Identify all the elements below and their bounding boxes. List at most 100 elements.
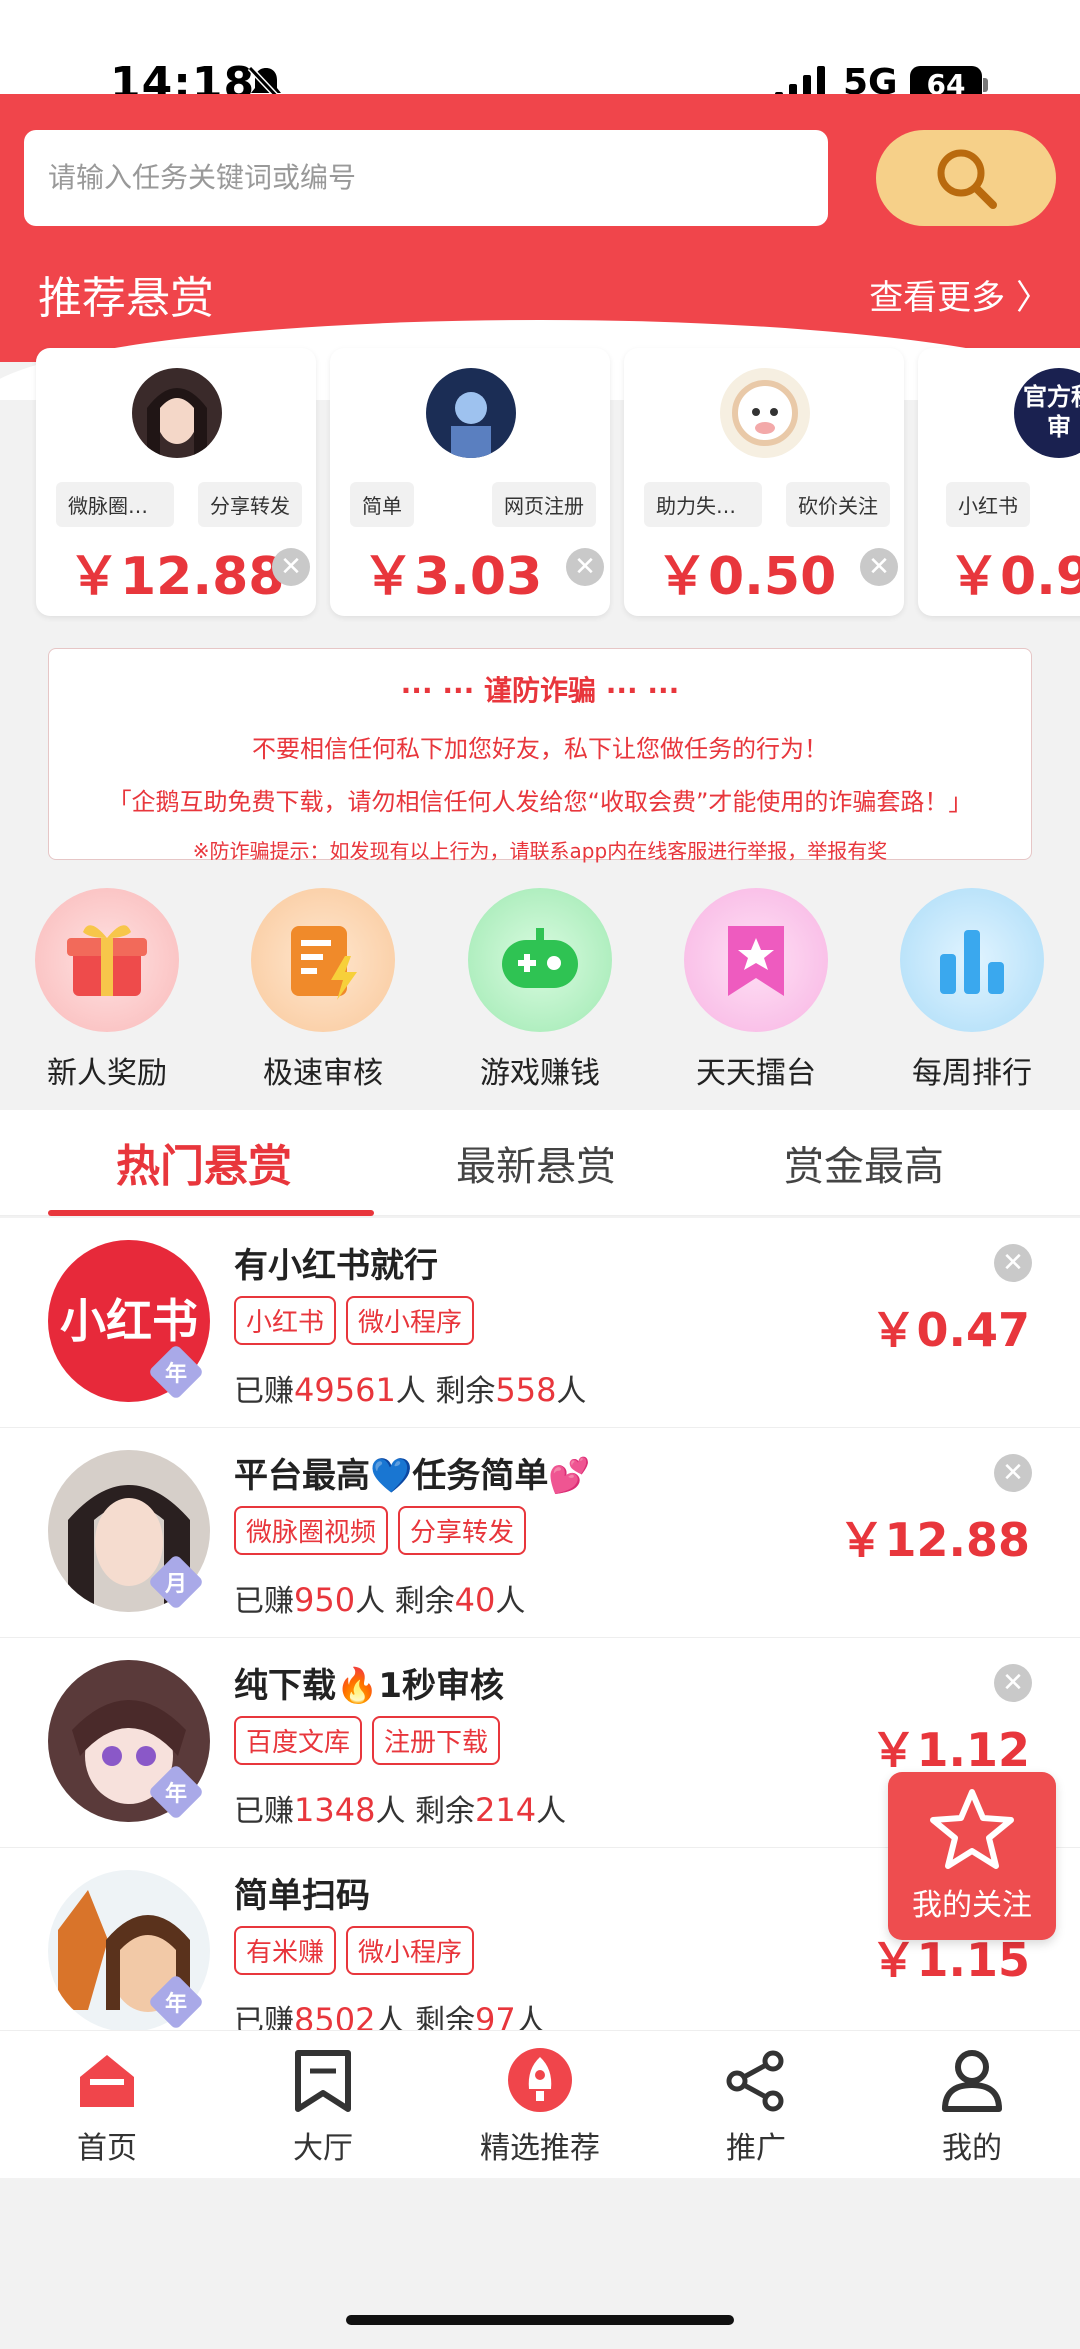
nav-label: 大厅 xyxy=(293,2131,353,2166)
anti-fraud-notice: ··· ··· 谨防诈骗 ··· ··· 不要相信任何私下加您好友，私下让您做任… xyxy=(48,648,1032,863)
category-game-earn[interactable]: 游戏赚钱 xyxy=(465,888,615,1092)
tab-highest-rewards[interactable]: 赏金最高 xyxy=(784,1134,944,1192)
reward-price: ￥0.9 xyxy=(948,547,1080,607)
nav-label: 首页 xyxy=(77,2131,137,2166)
category-label: 每周排行 xyxy=(912,1056,1032,1091)
reward-price: ￥3.03 xyxy=(362,547,543,607)
category-label: 极速审核 xyxy=(263,1056,383,1091)
nav-item-home[interactable]: 首页 xyxy=(32,2045,182,2167)
task-tag: 微脉圈视频 xyxy=(234,1506,389,1555)
active-tab-indicator xyxy=(48,1210,374,1216)
home-icon xyxy=(80,2055,134,2107)
membership-badge: 月 xyxy=(150,1556,202,1608)
task-tag: 微脉圈视频 xyxy=(56,482,174,527)
bottom-nav: 首页 大厅 精选推荐 推广 我的 xyxy=(0,2030,1080,2178)
my-follow-button[interactable]: 我的关注 xyxy=(888,1772,1056,1940)
membership-badge: 年 xyxy=(150,1346,202,1398)
list-item[interactable]: 小红书 年 有小红书就行 小红书 微小程序 已赚49561人 剩余558人 ￥0… xyxy=(0,1218,1080,1428)
task-tag: 小红书 xyxy=(234,1296,337,1345)
category-daily-arena[interactable]: 天天擂台 xyxy=(681,888,831,1092)
task-tabs: 热门悬赏 最新悬赏 赏金最高 xyxy=(0,1110,1080,1216)
close-icon[interactable]: ✕ xyxy=(994,1454,1032,1492)
avatar: 官方秒审 xyxy=(1014,368,1080,458)
search-icon xyxy=(937,149,997,209)
task-price: ￥0.47 xyxy=(870,1303,1031,1357)
reward-price: ￥12.88 xyxy=(68,547,285,607)
task-title: 简单扫码 xyxy=(234,1876,370,1916)
home-indicator xyxy=(346,2315,734,2325)
task-price: ￥1.12 xyxy=(870,1723,1031,1777)
category-label: 新人奖励 xyxy=(47,1056,167,1091)
close-icon[interactable]: ✕ xyxy=(994,1664,1032,1702)
task-tag: 百度文库 xyxy=(234,1716,363,1765)
membership-badge: 年 xyxy=(150,1766,202,1818)
reward-card[interactable]: 简单 网页注册 ￥3.03 ✕ xyxy=(330,348,610,616)
task-tag: 简单 xyxy=(350,482,414,527)
list-item[interactable]: 月 平台最高💙任务简单💕 微脉圈视频 分享转发 已赚950人 剩余40人 ￥12… xyxy=(0,1428,1080,1638)
search-input[interactable]: 请输入任务关键词或编号 xyxy=(24,130,828,226)
task-title: 有小红书就行 xyxy=(234,1246,438,1286)
user-icon xyxy=(942,2050,1002,2112)
task-stats: 已赚8502人 剩余97人 xyxy=(234,2001,546,2030)
task-tag: 有米赚 xyxy=(234,1926,337,1975)
search-button[interactable] xyxy=(876,130,1056,226)
fast-review-icon xyxy=(251,888,395,1032)
view-more-link[interactable]: 查看更多 〉 xyxy=(869,270,1050,319)
category-weekly-ranking[interactable]: 每周排行 xyxy=(897,888,1047,1092)
nav-item-featured[interactable]: 精选推荐 xyxy=(465,2045,615,2167)
featured-icon xyxy=(508,2048,572,2112)
gift-icon xyxy=(35,888,179,1032)
share-icon xyxy=(726,2050,784,2112)
reward-card[interactable]: 助力失败... 砍价关注 ￥0.50 ✕ xyxy=(624,348,904,616)
avatar xyxy=(132,368,222,458)
task-tag: 助力失败... xyxy=(644,482,762,527)
task-tag: 小红书 xyxy=(946,482,1030,527)
star-flag-icon xyxy=(684,888,828,1032)
membership-badge: 年 xyxy=(150,1976,202,2028)
task-tag: 分享转发 xyxy=(198,482,302,527)
reward-card[interactable]: 微脉圈视频 分享转发 ￥12.88 ✕ xyxy=(36,348,316,616)
avatar xyxy=(426,368,516,458)
category-fast-review[interactable]: 极速审核 xyxy=(248,888,398,1092)
tab-hot-rewards[interactable]: 热门悬赏 xyxy=(116,1130,292,1194)
notice-tip: ※防诈骗提示：如发现有以上行为，请联系app内在线客服进行举报，举报有奖 xyxy=(192,839,888,863)
tab-latest-rewards[interactable]: 最新悬赏 xyxy=(456,1134,616,1192)
task-tag: 微小程序 xyxy=(346,1296,475,1345)
category-label: 天天擂台 xyxy=(696,1056,816,1091)
notice-line: 「企鹅互助免费下载，请勿相信任何人发给您“收取会费”才能使用的诈骗套路！」 xyxy=(107,788,973,816)
nav-label: 精选推荐 xyxy=(480,2131,600,2166)
task-tag: 分享转发 xyxy=(398,1506,527,1555)
category-label: 游戏赚钱 xyxy=(480,1056,600,1091)
bar-chart-icon xyxy=(900,888,1044,1032)
gamepad-icon xyxy=(468,888,612,1032)
close-icon[interactable]: ✕ xyxy=(566,548,604,586)
task-tag: 网页注册 xyxy=(492,482,596,527)
task-stats: 已赚950人 剩余40人 xyxy=(234,1581,526,1619)
status-bar: 14:18 5G 64 xyxy=(0,0,1080,109)
follow-label: 我的关注 xyxy=(912,1888,1032,1923)
nav-item-promote[interactable]: 推广 xyxy=(681,2045,831,2167)
nav-label: 推广 xyxy=(726,2131,786,2166)
task-tag: 注册下载 xyxy=(372,1716,501,1765)
task-stats: 已赚49561人 剩余558人 xyxy=(234,1371,587,1409)
task-stats: 已赚1348人 剩余214人 xyxy=(234,1791,567,1829)
notice-line: 不要相信任何私下加您好友，私下让您做任务的行为！ xyxy=(252,735,828,763)
avatar xyxy=(720,368,810,458)
close-icon[interactable]: ✕ xyxy=(272,548,310,586)
category-new-user-reward[interactable]: 新人奖励 xyxy=(32,888,182,1092)
recommended-title: 推荐悬赏 xyxy=(38,273,214,324)
task-title: 纯下载🔥1秒审核 xyxy=(234,1666,504,1706)
task-tag: 砍价关注 xyxy=(786,482,890,527)
task-tag: 微小程序 xyxy=(346,1926,475,1975)
task-price: ￥12.88 xyxy=(838,1513,1030,1567)
hall-icon xyxy=(295,2050,351,2112)
close-icon[interactable]: ✕ xyxy=(994,1244,1032,1282)
close-icon[interactable]: ✕ xyxy=(860,548,898,586)
nav-item-hall[interactable]: 大厅 xyxy=(248,2045,398,2167)
reward-card[interactable]: 官方秒审 小红书 ￥0.9 xyxy=(918,348,1080,616)
category-shortcuts: 新人奖励 极速审核 游戏赚钱 天天擂台 每周排行 xyxy=(0,888,1080,1091)
nav-item-mine[interactable]: 我的 xyxy=(897,2045,1047,2167)
star-icon xyxy=(930,1789,1014,1869)
nav-label: 我的 xyxy=(942,2131,1002,2166)
task-title: 平台最高💙任务简单💕 xyxy=(234,1456,591,1496)
